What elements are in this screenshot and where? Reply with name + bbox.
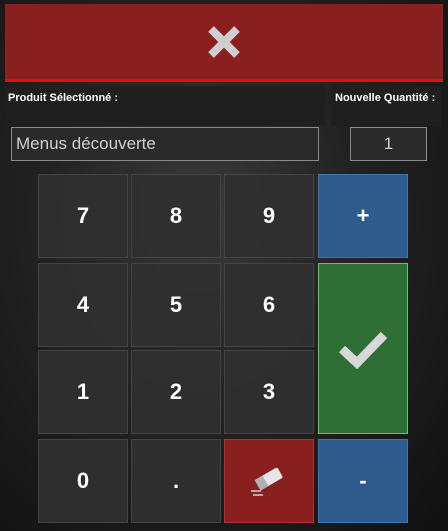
key-8-label: 8	[169, 203, 183, 228]
key-0[interactable]: 0	[38, 439, 128, 523]
key-7-label: 7	[76, 203, 90, 228]
quantity-field[interactable]: 1	[350, 127, 427, 161]
close-icon	[208, 25, 240, 58]
key-3-label: 3	[262, 379, 276, 404]
key-dot-label: .	[172, 468, 180, 493]
minus-button[interactable]: -	[318, 439, 408, 523]
checkmark-icon	[338, 331, 388, 369]
key-1-label: 1	[76, 379, 90, 404]
key-9[interactable]: 9	[224, 174, 314, 258]
key-6-label: 6	[262, 292, 276, 317]
key-3[interactable]: 3	[224, 350, 314, 434]
product-field[interactable]: Menus découverte	[11, 127, 319, 161]
confirm-button[interactable]	[318, 263, 408, 434]
close-button[interactable]	[5, 4, 443, 82]
product-value: Menus découverte	[16, 134, 156, 153]
key-7[interactable]: 7	[38, 174, 128, 258]
key-8[interactable]: 8	[131, 174, 221, 258]
eraser-icon	[251, 467, 283, 496]
key-5-label: 5	[169, 292, 183, 317]
key-4-label: 4	[76, 292, 90, 317]
key-4[interactable]: 4	[38, 263, 128, 347]
key-5[interactable]: 5	[131, 263, 221, 347]
product-label: Produit Sélectionné :	[8, 92, 119, 104]
plus-label: +	[356, 203, 370, 228]
key-2-label: 2	[169, 379, 183, 404]
key-2[interactable]: 2	[131, 350, 221, 434]
key-6[interactable]: 6	[224, 263, 314, 347]
key-1[interactable]: 1	[38, 350, 128, 434]
quantity-value: 1	[383, 134, 394, 153]
plus-button[interactable]: +	[318, 174, 408, 258]
key-9-label: 9	[262, 203, 276, 228]
key-0-label: 0	[76, 468, 90, 493]
erase-button[interactable]	[224, 439, 314, 523]
quantity-label: Nouvelle Quantité :	[335, 92, 436, 104]
minus-label: -	[359, 468, 367, 493]
key-dot[interactable]: .	[131, 439, 221, 523]
